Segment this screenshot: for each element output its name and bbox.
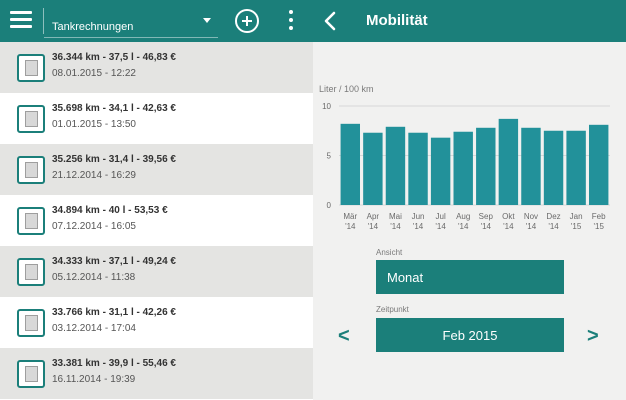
x-tick-label: Mär xyxy=(343,212,357,221)
view-select[interactable]: Monat xyxy=(376,260,564,294)
x-tick-label: '14 xyxy=(368,222,379,231)
view-select-value: Monat xyxy=(387,270,424,285)
x-tick-label: Dez xyxy=(546,212,560,221)
x-tick-label: '14 xyxy=(458,222,469,231)
x-tick-label: Jan xyxy=(570,212,583,221)
x-tick-label: Jul xyxy=(436,212,446,221)
receipt-summary: 34.894 km - 40 l - 53,53 € xyxy=(52,205,168,216)
receipt-date: 16.11.2014 - 19:39 xyxy=(52,374,136,385)
x-tick-label: '15 xyxy=(571,222,582,231)
document-page-shape xyxy=(25,366,38,382)
chart-bar xyxy=(408,132,428,205)
receipt-row[interactable]: 33.766 km - 31,1 l - 42,26 € 03.12.2014 -… xyxy=(0,297,313,348)
period-select[interactable]: Feb 2015 xyxy=(376,318,564,352)
period-select-value: Feb 2015 xyxy=(442,328,498,343)
screen-title: Mobilität xyxy=(366,12,428,29)
receipt-summary: 34.333 km - 37,1 l - 49,24 € xyxy=(52,256,176,267)
x-tick-label: Jun xyxy=(412,212,425,221)
document-page-shape xyxy=(25,111,38,127)
chart-bar xyxy=(543,130,564,205)
dropdown-caret-icon xyxy=(203,18,211,23)
x-tick-label: '14 xyxy=(435,222,446,231)
receipt-document-icon xyxy=(17,207,45,235)
x-tick-label: Nov xyxy=(524,212,538,221)
x-tick-label: Apr xyxy=(367,212,380,221)
x-tick-label: Sep xyxy=(479,212,494,221)
y-tick-label: 5 xyxy=(327,152,332,161)
receipt-summary: 35.698 km - 34,1 l - 42,63 € xyxy=(52,103,176,114)
x-tick-label: '14 xyxy=(548,222,559,231)
chart-bar xyxy=(453,131,473,205)
receipt-row[interactable]: 33.381 km - 39,9 l - 55,46 € 16.11.2014 -… xyxy=(0,348,313,399)
chart-bar xyxy=(521,127,541,205)
y-axis-title: Liter / 100 km xyxy=(319,84,374,94)
receipt-row[interactable]: 34.894 km - 40 l - 53,53 € 07.12.2014 - 1… xyxy=(0,195,313,246)
x-tick-label: '14 xyxy=(503,222,514,231)
x-tick-label: '14 xyxy=(526,222,537,231)
y-tick-label: 0 xyxy=(327,201,332,210)
app-bar: Tankrechnungen Mobilität xyxy=(0,0,626,42)
receipt-date: 08.01.2015 - 12:22 xyxy=(52,68,136,79)
more-vertical-icon[interactable] xyxy=(285,10,297,32)
document-page-shape xyxy=(25,60,38,76)
x-tick-label: '14 xyxy=(345,222,356,231)
receipt-row[interactable]: 36.344 km - 37,5 l - 46,83 € 08.01.2015 -… xyxy=(0,42,313,93)
receipt-summary: 36.344 km - 37,5 l - 46,83 € xyxy=(52,52,176,63)
chevron-left-icon[interactable] xyxy=(318,8,344,34)
document-page-shape xyxy=(25,213,38,229)
x-tick-label: Feb xyxy=(592,212,606,221)
x-tick-label: '14 xyxy=(481,222,492,231)
document-page-shape xyxy=(25,315,38,331)
receipt-list: 36.344 km - 37,5 l - 46,83 € 08.01.2015 -… xyxy=(0,42,313,400)
receipt-date: 03.12.2014 - 17:04 xyxy=(52,323,136,334)
category-dropdown[interactable]: Tankrechnungen xyxy=(44,4,218,38)
receipt-date: 07.12.2014 - 16:05 xyxy=(52,221,136,232)
receipt-row[interactable]: 35.256 km - 31,4 l - 39,56 € 21.12.2014 -… xyxy=(0,144,313,195)
document-page-shape xyxy=(25,264,38,280)
x-tick-label: '14 xyxy=(413,222,424,231)
receipt-document-icon xyxy=(17,360,45,388)
chart-bar xyxy=(588,124,609,205)
receipt-summary: 33.766 km - 31,1 l - 42,26 € xyxy=(52,307,176,318)
chart-bar xyxy=(385,126,406,205)
chart-bar xyxy=(340,123,361,205)
period-select-label: Zeitpunkt xyxy=(376,305,409,314)
chart-bar xyxy=(566,130,586,205)
receipt-row[interactable]: 34.333 km - 37,1 l - 49,24 € 05.12.2014 -… xyxy=(0,246,313,297)
next-period-button[interactable]: > xyxy=(587,325,599,348)
receipt-summary: 33.381 km - 39,9 l - 55,46 € xyxy=(52,358,176,369)
receipt-date: 21.12.2014 - 16:29 xyxy=(52,170,136,181)
receipt-row[interactable]: 35.698 km - 34,1 l - 42,63 € 01.01.2015 -… xyxy=(0,93,313,144)
receipt-summary: 35.256 km - 31,4 l - 39,56 € xyxy=(52,154,176,165)
consumption-chart: Liter / 100 km0510Mär'14Apr'14Mai'14Jun'… xyxy=(319,84,610,231)
receipt-document-icon xyxy=(17,105,45,133)
view-select-label: Ansicht xyxy=(376,248,403,257)
receipt-document-icon xyxy=(17,309,45,337)
x-tick-label: '15 xyxy=(593,222,604,231)
receipt-date: 01.01.2015 - 13:50 xyxy=(52,119,136,130)
hamburger-menu-icon[interactable] xyxy=(10,11,32,31)
category-dropdown-value: Tankrechnungen xyxy=(52,21,134,33)
consumption-panel: Liter / 100 km 0 5 10 Mär '14 Apr '14 Mai '14 Jun '… xyxy=(313,42,626,400)
chart-bar xyxy=(363,132,383,205)
chart-bar xyxy=(476,127,496,205)
x-tick-label: '14 xyxy=(390,222,401,231)
y-tick-label: 10 xyxy=(322,102,331,111)
receipt-document-icon xyxy=(17,156,45,184)
previous-period-button[interactable]: < xyxy=(338,325,350,348)
x-tick-label: Mai xyxy=(389,212,402,221)
receipt-document-icon xyxy=(17,258,45,286)
chart-bar xyxy=(498,118,519,205)
document-page-shape xyxy=(25,162,38,178)
receipt-date: 05.12.2014 - 11:38 xyxy=(52,272,136,283)
add-circle-icon[interactable] xyxy=(235,9,259,33)
chart-bar xyxy=(430,137,451,205)
receipt-document-icon xyxy=(17,54,45,82)
x-tick-label: Okt xyxy=(502,212,515,221)
x-tick-label: Aug xyxy=(456,212,470,221)
